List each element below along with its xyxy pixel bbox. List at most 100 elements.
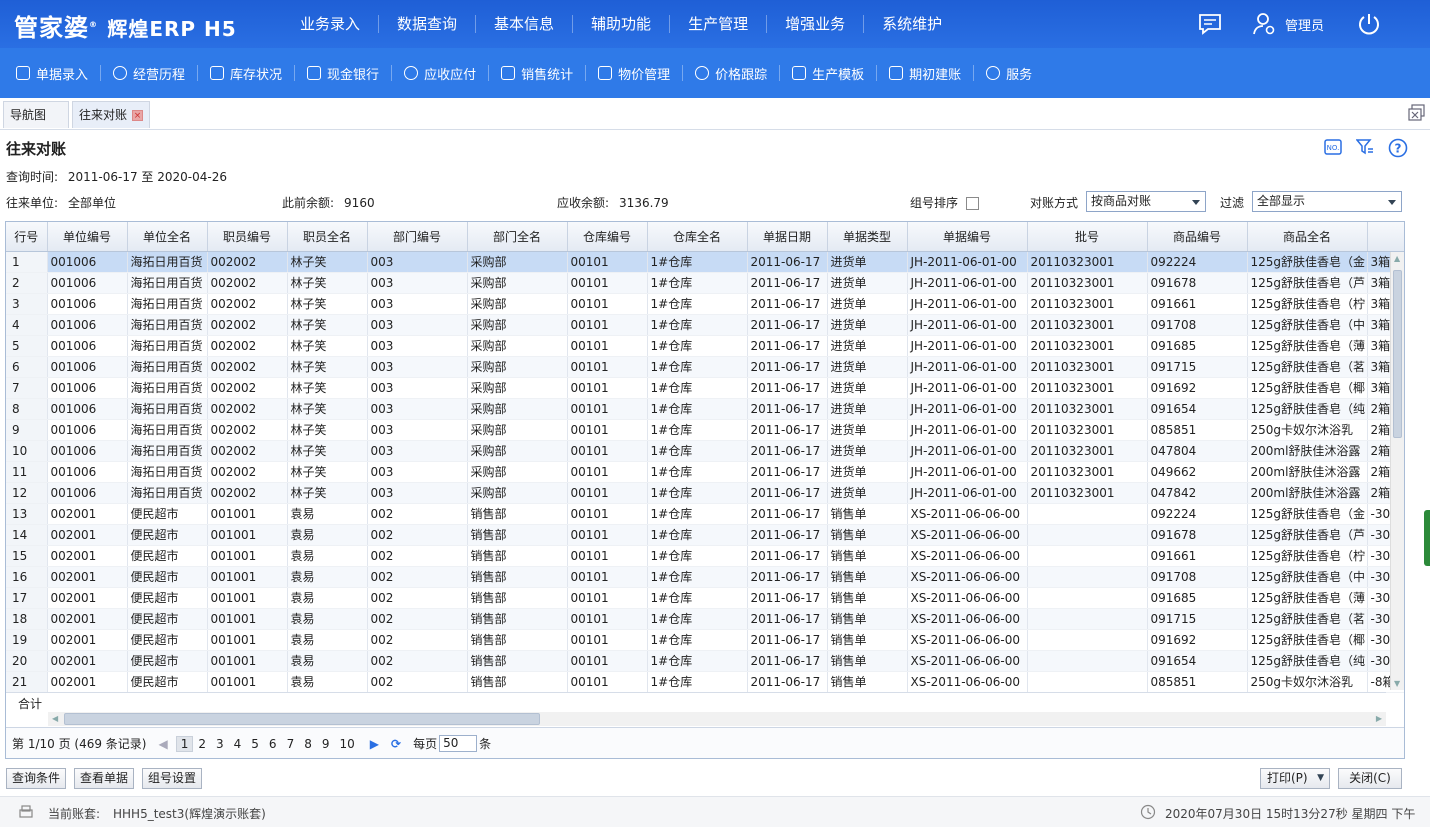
column-header[interactable]: 单据类型 bbox=[827, 222, 908, 252]
close-button[interactable]: 关闭(C) bbox=[1338, 768, 1402, 789]
query-conditions-button[interactable]: 查询条件 bbox=[6, 768, 66, 789]
horizontal-scroll-thumb[interactable] bbox=[64, 713, 540, 725]
toolbar-item[interactable]: 价格跟踪 bbox=[683, 65, 781, 83]
column-header[interactable]: 单位全名 bbox=[127, 222, 208, 252]
main-menu-item[interactable]: 生产管理 bbox=[670, 15, 768, 33]
page-link[interactable]: 5 bbox=[246, 737, 264, 751]
page-link[interactable]: 6 bbox=[264, 737, 282, 751]
filter-select[interactable]: 全部显示 bbox=[1252, 191, 1402, 212]
next-page-icon[interactable]: ▶ bbox=[370, 737, 379, 751]
table-cell: 20110323001 bbox=[1027, 293, 1148, 315]
table-row[interactable]: 1 001006 海拓日用百货 002002 林子笑 003 采购部 00101 1#仓库 201… bbox=[6, 251, 1404, 273]
column-header[interactable]: 批号 bbox=[1027, 222, 1148, 252]
no-icon[interactable]: NO. bbox=[1324, 138, 1342, 161]
per-page-input[interactable]: 50 bbox=[439, 735, 478, 752]
main-menu-item[interactable]: 系统维护 bbox=[864, 15, 960, 33]
table-row[interactable]: 3 001006 海拓日用百货 002002 林子笑 003 采购部 00101 1#仓库 201… bbox=[6, 293, 1404, 315]
mode-select[interactable]: 按商品对账 bbox=[1086, 191, 1206, 212]
page-link[interactable]: 3 bbox=[211, 737, 229, 751]
table-row[interactable]: 2 001006 海拓日用百货 002002 林子笑 003 采购部 00101 1#仓库 201… bbox=[6, 272, 1404, 294]
main-menu-item[interactable]: 辅助功能 bbox=[573, 15, 671, 33]
toolbar-item[interactable]: 单据录入 bbox=[4, 65, 102, 83]
main-menu-item[interactable]: 数据查询 bbox=[379, 15, 477, 33]
user-icon[interactable] bbox=[1251, 11, 1277, 37]
table-row[interactable]: 4 001006 海拓日用百货 002002 林子笑 003 采购部 00101 1#仓库 201… bbox=[6, 314, 1404, 336]
toolbar-item[interactable]: 现金银行 bbox=[295, 65, 393, 83]
page-link[interactable]: 8 bbox=[299, 737, 317, 751]
table-row[interactable]: 6 001006 海拓日用百货 002002 林子笑 003 采购部 00101 1#仓库 201… bbox=[6, 356, 1404, 378]
group-sort-checkbox[interactable] bbox=[966, 197, 980, 210]
page-link[interactable]: 9 bbox=[317, 737, 335, 751]
tab-reconcile[interactable]: 往来对账 × bbox=[72, 101, 150, 128]
table-row[interactable]: 8 001006 海拓日用百货 002002 林子笑 003 采购部 00101 1#仓库 201… bbox=[6, 398, 1404, 420]
table-row[interactable]: 19 002001 便民超市 001001 袁易 002 销售部 00101 1#仓库 2011-… bbox=[6, 629, 1404, 651]
table-row[interactable]: 18 002001 便民超市 001001 袁易 002 销售部 00101 1#仓库 2011-… bbox=[6, 608, 1404, 630]
help-icon[interactable]: ? bbox=[1388, 138, 1408, 161]
column-header[interactable]: 职员全名 bbox=[287, 222, 368, 252]
table-row[interactable]: 15 002001 便民超市 001001 袁易 002 销售部 00101 1#仓库 2011-… bbox=[6, 545, 1404, 567]
table-row[interactable]: 7 001006 海拓日用百货 002002 林子笑 003 采购部 00101 1#仓库 201… bbox=[6, 377, 1404, 399]
prev-page-icon[interactable]: ◀ bbox=[158, 737, 167, 751]
table-row[interactable]: 16 002001 便民超市 001001 袁易 002 销售部 00101 1#仓库 2011-… bbox=[6, 566, 1404, 588]
print-button[interactable]: 打印(P) ▼ bbox=[1260, 768, 1330, 789]
column-header[interactable]: 单据编号 bbox=[907, 222, 1028, 252]
column-header[interactable] bbox=[1367, 222, 1404, 252]
toolbar-item[interactable]: 期初建账 bbox=[877, 65, 975, 83]
scroll-up-icon[interactable]: ▲ bbox=[1394, 254, 1400, 263]
toolbar-item[interactable]: 物价管理 bbox=[586, 65, 684, 83]
table-row[interactable]: 11 001006 海拓日用百货 002002 林子笑 003 采购部 00101 1#仓库 20… bbox=[6, 461, 1404, 483]
refresh-icon[interactable]: ⟳ bbox=[391, 737, 401, 751]
column-header[interactable]: 仓库全名 bbox=[647, 222, 748, 252]
page-link[interactable]: 4 bbox=[229, 737, 247, 751]
main-menu-item[interactable]: 业务录入 bbox=[282, 15, 380, 33]
column-header[interactable]: 职员编号 bbox=[207, 222, 288, 252]
scroll-down-icon[interactable]: ▼ bbox=[1394, 679, 1400, 688]
table-row[interactable]: 17 002001 便民超市 001001 袁易 002 销售部 00101 1#仓库 2011-… bbox=[6, 587, 1404, 609]
chevron-down-icon[interactable]: ▼ bbox=[1317, 769, 1324, 788]
close-all-tabs-icon[interactable] bbox=[1408, 104, 1426, 122]
horizontal-scrollbar[interactable]: ◀ ▶ bbox=[48, 712, 1386, 726]
page-link[interactable]: 10 bbox=[334, 737, 359, 751]
toolbar-item[interactable]: 服务 bbox=[974, 65, 1044, 83]
main-menu-item[interactable]: 基本信息 bbox=[476, 15, 574, 33]
vertical-scroll-thumb[interactable] bbox=[1393, 270, 1402, 438]
column-header[interactable]: 单据日期 bbox=[747, 222, 828, 252]
power-icon[interactable] bbox=[1356, 11, 1382, 37]
table-row[interactable]: 14 002001 便民超市 001001 袁易 002 销售部 00101 1#仓库 2011-… bbox=[6, 524, 1404, 546]
close-tab-icon[interactable]: × bbox=[132, 110, 144, 121]
table-row[interactable]: 10 001006 海拓日用百货 002002 林子笑 003 采购部 00101 1#仓库 20… bbox=[6, 440, 1404, 462]
toolbar-item[interactable]: 生产模板 bbox=[780, 65, 878, 83]
table-row[interactable]: 21 002001 便民超市 001001 袁易 002 销售部 00101 1#仓库 2011-… bbox=[6, 671, 1404, 693]
toolbar-item[interactable]: 销售统计 bbox=[489, 65, 587, 83]
tab-nav[interactable]: 导航图 bbox=[3, 101, 69, 128]
table-row[interactable]: 5 001006 海拓日用百货 002002 林子笑 003 采购部 00101 1#仓库 201… bbox=[6, 335, 1404, 357]
message-icon[interactable] bbox=[1197, 11, 1223, 37]
toolbar-item[interactable]: 应收应付 bbox=[392, 65, 490, 83]
user-name[interactable]: 管理员 bbox=[1285, 15, 1324, 34]
table-row[interactable]: 9 001006 海拓日用百货 002002 林子笑 003 采购部 00101 1#仓库 201… bbox=[6, 419, 1404, 441]
column-header[interactable]: 部门全名 bbox=[467, 222, 568, 252]
column-header[interactable]: 部门编号 bbox=[367, 222, 468, 252]
vertical-scrollbar[interactable]: ▲ ▼ bbox=[1390, 252, 1404, 690]
group-settings-button[interactable]: 组号设置 bbox=[142, 768, 202, 789]
side-handle[interactable] bbox=[1424, 510, 1430, 566]
main-menu-item[interactable]: 增强业务 bbox=[767, 15, 865, 33]
page-link[interactable]: 7 bbox=[282, 737, 300, 751]
group-sort-label: 组号排序 bbox=[910, 196, 959, 210]
column-header[interactable]: 行号 bbox=[6, 222, 48, 252]
filter-icon[interactable] bbox=[1355, 138, 1374, 161]
table-row[interactable]: 13 002001 便民超市 001001 袁易 002 销售部 00101 1#仓库 2011-… bbox=[6, 503, 1404, 525]
toolbar-item[interactable]: 经营历程 bbox=[101, 65, 199, 83]
table-row[interactable]: 20 002001 便民超市 001001 袁易 002 销售部 00101 1#仓库 2011-… bbox=[6, 650, 1404, 672]
page-link[interactable]: 1 bbox=[175, 735, 194, 752]
column-header[interactable]: 单位编号 bbox=[47, 222, 128, 252]
scroll-right-icon[interactable]: ▶ bbox=[1376, 714, 1382, 723]
column-header[interactable]: 商品编号 bbox=[1147, 222, 1248, 252]
column-header[interactable]: 商品全名 bbox=[1247, 222, 1368, 252]
page-link[interactable]: 2 bbox=[193, 737, 211, 751]
scroll-left-icon[interactable]: ◀ bbox=[52, 714, 58, 723]
column-header[interactable]: 仓库编号 bbox=[567, 222, 648, 252]
table-row[interactable]: 12 001006 海拓日用百货 002002 林子笑 003 采购部 00101 1#仓库 20… bbox=[6, 482, 1404, 504]
view-document-button[interactable]: 查看单据 bbox=[74, 768, 134, 789]
toolbar-item[interactable]: 库存状况 bbox=[198, 65, 296, 83]
